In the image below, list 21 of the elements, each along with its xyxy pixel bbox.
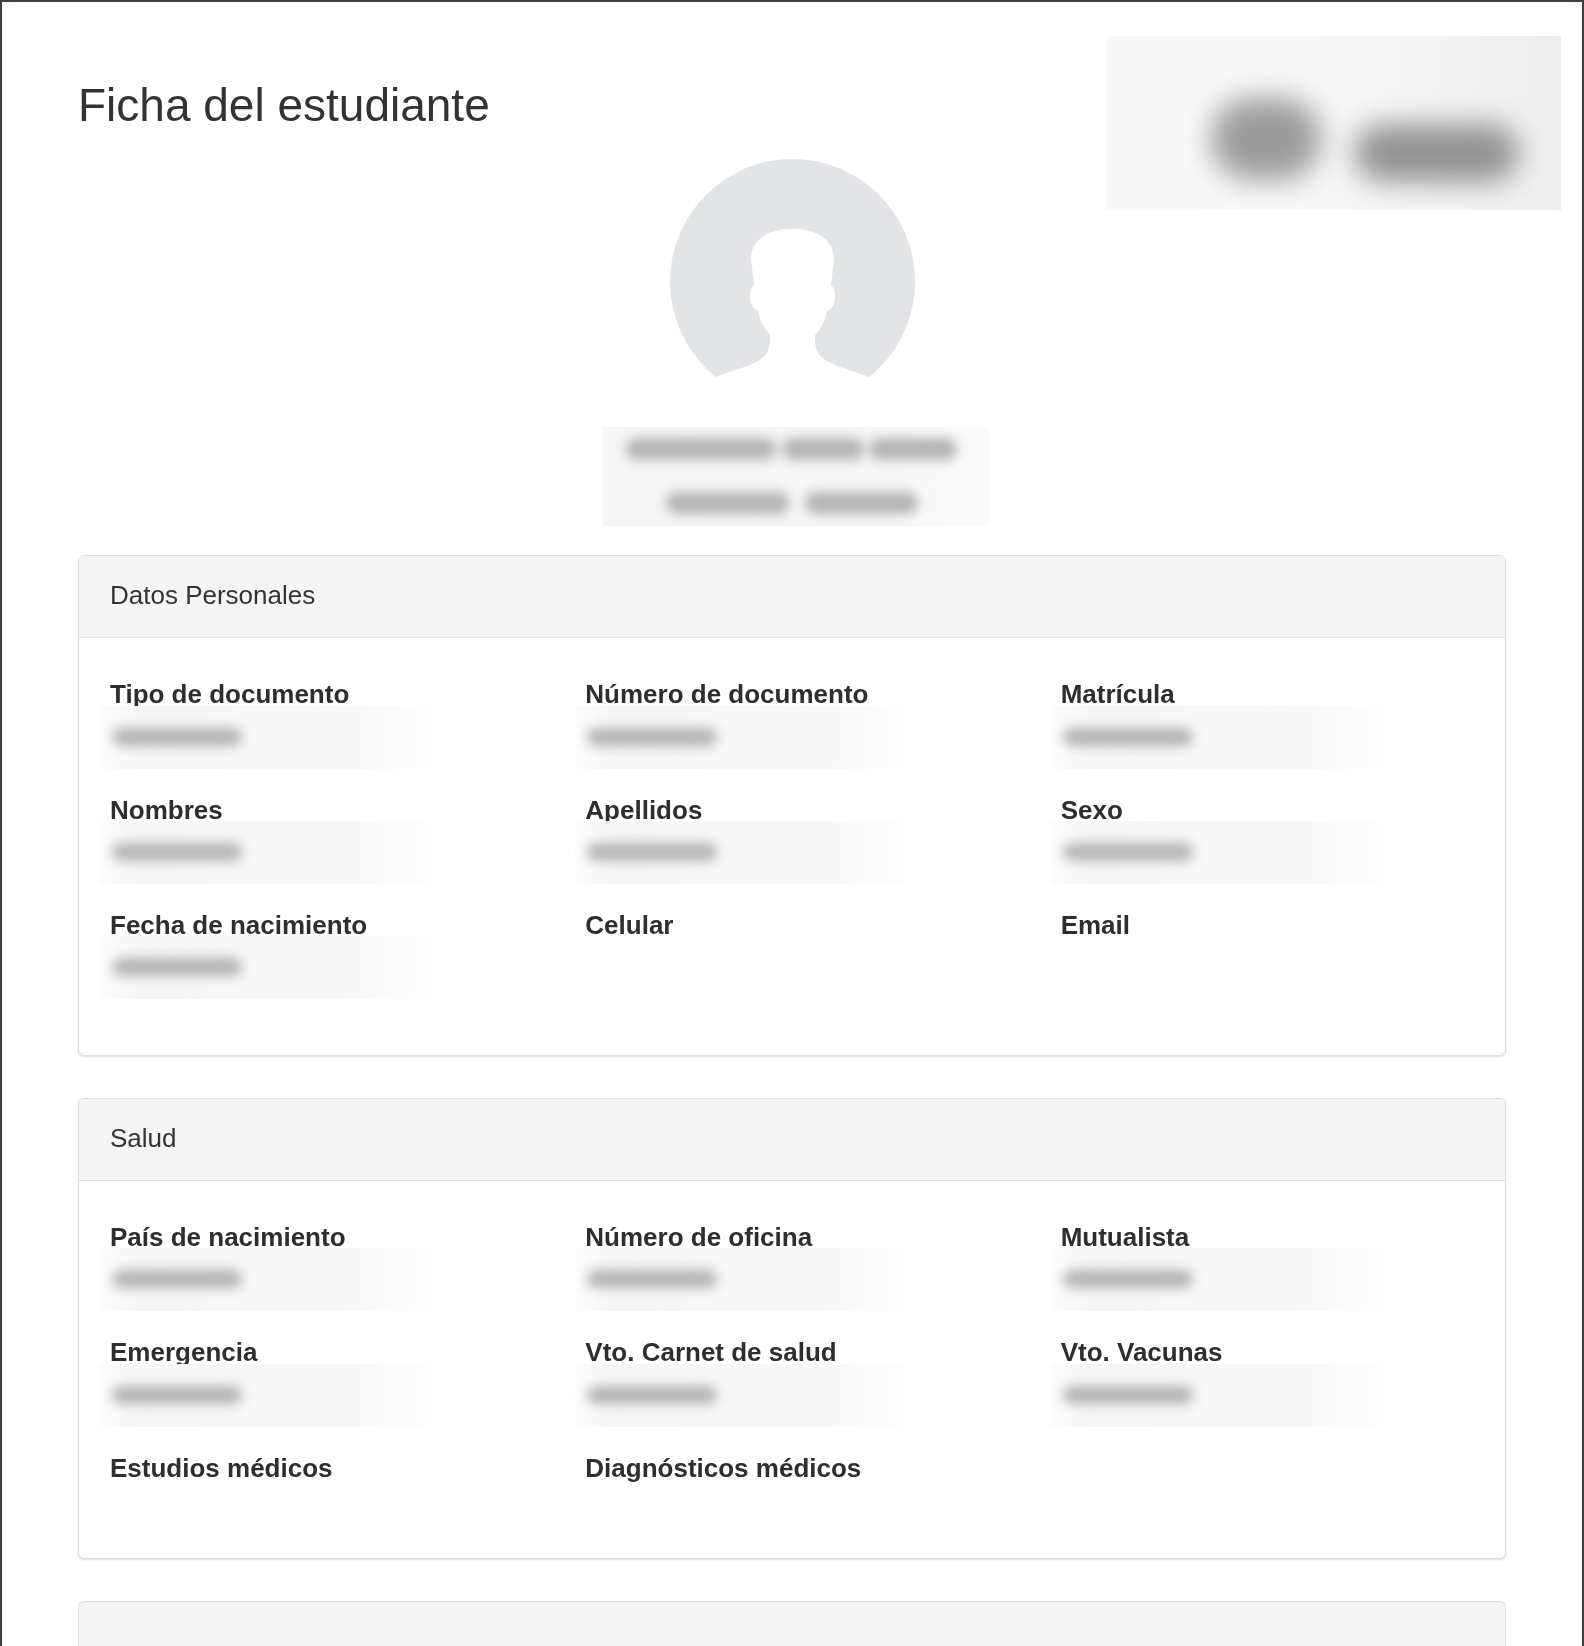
page-title: Ficha del estudiante [78,78,490,133]
field-label: Nombres [110,794,223,826]
field-label: País de nacimiento [110,1222,346,1254]
section-title: Salud [110,1122,177,1153]
field-label: Número de documento [585,679,869,711]
field-label: Sexo [1060,794,1123,826]
field-label: Matrícula [1060,679,1175,711]
field-label: Fecha de nacimiento [110,909,368,941]
field-label: Apellidos [585,794,703,826]
field-label: Tipo de documento [110,679,350,711]
field-label: Mutualista [1060,1222,1190,1254]
field-label: Diagnósticos médicos [585,1452,862,1484]
field-label: Estudios médicos [110,1452,333,1484]
field-label: Vto. Vacunas [1060,1337,1223,1369]
field-label: Vto. Carnet de salud [585,1337,837,1369]
avatar-icon [669,159,915,380]
field-label: Emergencia [110,1337,258,1369]
field-label: Email [1060,909,1131,941]
section-title: Datos Personales [110,580,316,611]
field-label: Número de oficina [585,1222,813,1254]
field-label: Celular [585,909,674,941]
